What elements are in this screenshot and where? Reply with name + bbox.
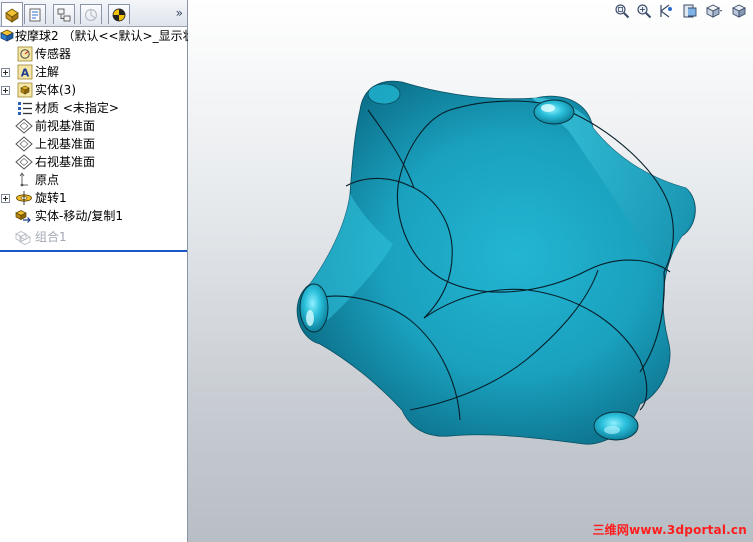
dimxpert-tab[interactable] <box>80 4 102 24</box>
material-icon <box>17 100 33 116</box>
graphics-viewport[interactable]: 三维网www.3dportal.cn <box>188 0 753 542</box>
display-manager-icon <box>112 8 126 21</box>
tree-item-top-plane[interactable]: 上视基准面 <box>0 135 187 153</box>
configuration-manager-icon <box>57 8 71 21</box>
massage-ball-model[interactable] <box>188 0 753 542</box>
dimxpert-icon <box>84 8 98 21</box>
specular-highlight <box>541 104 555 112</box>
combine-icon <box>14 229 31 245</box>
bottom-tip-bulb <box>593 411 639 441</box>
tree-item-combine1[interactable]: 组合1 <box>0 228 187 246</box>
revolve-icon <box>15 190 32 206</box>
sensor-icon <box>17 46 33 62</box>
specular-highlight <box>306 310 314 326</box>
tree-item-solid-bodies[interactable]: 实体(3) <box>0 81 187 99</box>
display-manager-tab[interactable] <box>108 4 130 24</box>
move-copy-body-icon <box>14 208 31 224</box>
part-icon <box>0 28 16 44</box>
feature-manager-icon <box>5 8 19 23</box>
top-left-tip-bulb <box>367 83 401 105</box>
expand-plus-icon[interactable] <box>1 194 10 203</box>
solid-bodies-folder-icon <box>17 82 33 98</box>
tree-item-revolve1[interactable]: 旋转1 <box>0 189 187 207</box>
tree-item-label: 注解 <box>35 65 60 79</box>
feature-tree: 按摩球2 （默认<<默认>_显示状 传感器 A 注解 实体(3) 材质 <未指定… <box>0 27 195 252</box>
expand-panel-chevron[interactable]: » <box>176 6 183 20</box>
tree-item-label: 旋转1 <box>35 191 67 205</box>
panel-tab-bar: » <box>0 0 187 27</box>
feature-manager-panel: » 按摩球2 （默认<<默认>_显示状 传感器 A 注解 实体(3) 材质 <未… <box>0 0 195 542</box>
tree-item-right-plane[interactable]: 右视基准面 <box>0 153 187 171</box>
tree-item-sensors[interactable]: 传感器 <box>0 45 187 63</box>
tree-item-label: 实体(3) <box>35 83 76 97</box>
specular-highlight <box>604 426 620 434</box>
watermark-text: 三维网www.3dportal.cn <box>592 523 747 537</box>
plane-icon <box>15 154 33 170</box>
feature-manager-tab[interactable] <box>1 2 23 26</box>
svg-text:A: A <box>21 67 30 80</box>
left-tip-bulb <box>299 283 329 333</box>
tree-root-part[interactable]: 按摩球2 （默认<<默认>_显示状 <box>0 27 195 45</box>
tree-item-label: 前视基准面 <box>35 119 96 133</box>
tree-item-label: 组合1 <box>35 230 67 244</box>
plane-icon <box>15 118 33 134</box>
property-manager-tab[interactable] <box>24 4 46 24</box>
tree-item-material[interactable]: 材质 <未指定> <box>0 99 187 117</box>
tree-item-origin[interactable]: 原点 <box>0 171 187 189</box>
top-tip-bulb <box>533 99 575 125</box>
tree-item-body-move-copy1[interactable]: 实体-移动/复制1 <box>0 207 187 225</box>
tree-item-label: 材质 <未指定> <box>35 101 119 115</box>
annotation-icon: A <box>17 64 33 80</box>
property-manager-icon <box>29 8 41 21</box>
tree-item-label: 原点 <box>35 173 60 187</box>
origin-icon <box>15 172 31 188</box>
expand-plus-icon[interactable] <box>1 68 10 77</box>
tree-item-label: 传感器 <box>35 47 72 61</box>
tree-item-label: 右视基准面 <box>35 155 96 169</box>
tree-item-label: 实体-移动/复制1 <box>35 209 124 223</box>
plane-icon <box>15 136 33 152</box>
tree-item-front-plane[interactable]: 前视基准面 <box>0 117 187 135</box>
rollback-bar[interactable] <box>0 250 187 252</box>
expand-plus-icon[interactable] <box>1 86 10 95</box>
tree-root-label: 按摩球2 （默认<<默认>_显示状 <box>15 29 195 43</box>
tree-item-label: 上视基准面 <box>35 137 96 151</box>
configuration-manager-tab[interactable] <box>53 4 75 24</box>
tree-item-annotations[interactable]: A 注解 <box>0 63 187 81</box>
